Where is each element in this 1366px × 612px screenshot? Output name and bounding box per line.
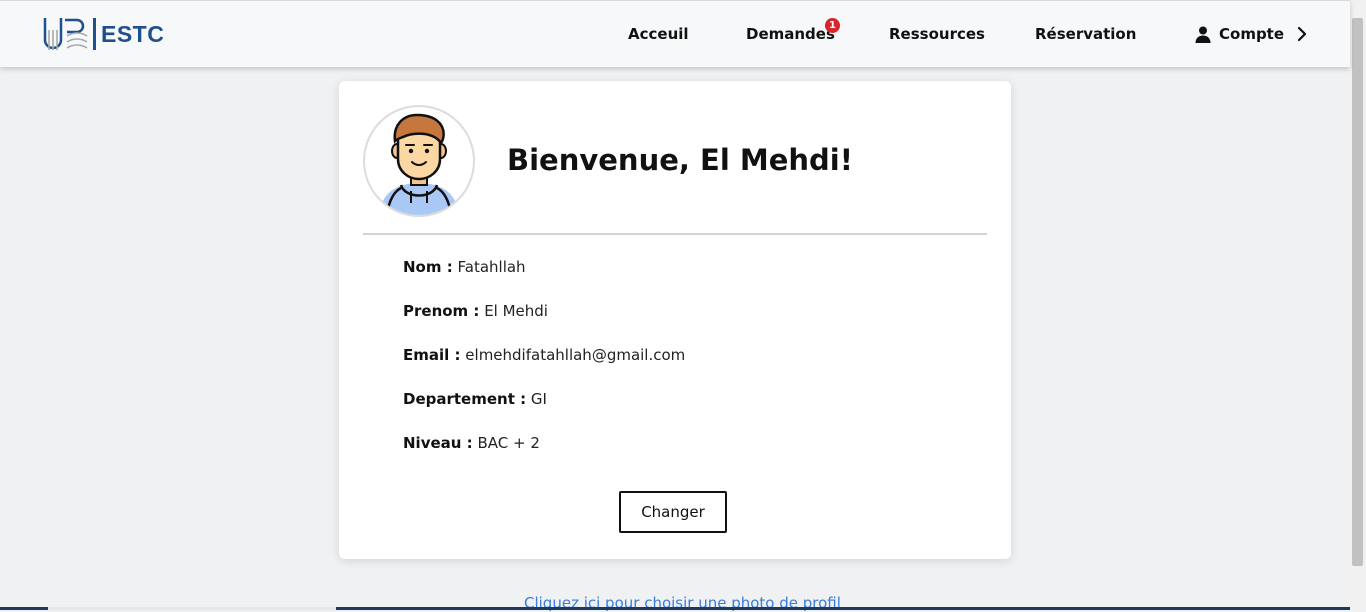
nav-acceuil[interactable]: Acceuil	[628, 25, 689, 43]
field-email: Email : elmehdifatahllah@gmail.com	[403, 346, 685, 364]
field-nom: Nom : Fatahllah	[403, 258, 526, 276]
field-label: Departement :	[403, 390, 527, 408]
university-logo-icon	[43, 18, 88, 50]
header-divider	[363, 233, 987, 235]
avatar	[363, 105, 475, 217]
field-niveau: Niveau : BAC + 2	[403, 434, 540, 452]
field-label: Email :	[403, 346, 461, 364]
nav-reservation[interactable]: Réservation	[1035, 25, 1136, 43]
logo-text: ESTC	[101, 20, 165, 47]
field-label: Prenom :	[403, 302, 480, 320]
field-value: Fatahllah	[457, 258, 526, 276]
field-value: GI	[530, 390, 547, 408]
notification-badge: 1	[825, 18, 840, 33]
nav-compte[interactable]: Compte	[1195, 25, 1307, 43]
field-label: Niveau :	[403, 434, 473, 452]
field-value: BAC + 2	[477, 434, 540, 452]
field-label: Nom :	[403, 258, 453, 276]
scrollbar-thumb[interactable]	[1352, 18, 1363, 566]
field-value: El Mehdi	[484, 302, 548, 320]
logo[interactable]: ESTC	[43, 16, 164, 52]
nav-compte-label: Compte	[1219, 25, 1285, 43]
nav-demandes[interactable]: Demandes 1	[746, 18, 840, 43]
user-icon	[1195, 26, 1211, 43]
field-departement: Departement : GI	[403, 390, 547, 408]
profile-card: Bienvenue, El Mehdi! Nom : Fatahllah Pre…	[339, 81, 1011, 559]
top-navbar: ESTC Acceuil Demandes 1 Ressources Réser…	[0, 0, 1350, 67]
change-button[interactable]: Changer	[619, 491, 727, 533]
nav-ressources[interactable]: Ressources	[889, 25, 985, 43]
field-value: elmehdifatahllah@gmail.com	[465, 346, 686, 364]
logo-divider	[93, 18, 96, 50]
avatar-illustration-icon	[379, 113, 459, 215]
chevron-right-icon	[1297, 26, 1307, 42]
nav-demandes-label: Demandes	[746, 25, 835, 43]
vertical-scrollbar[interactable]	[1350, 0, 1366, 610]
field-prenom: Prenom : El Mehdi	[403, 302, 548, 320]
welcome-title: Bienvenue, El Mehdi!	[507, 143, 853, 177]
